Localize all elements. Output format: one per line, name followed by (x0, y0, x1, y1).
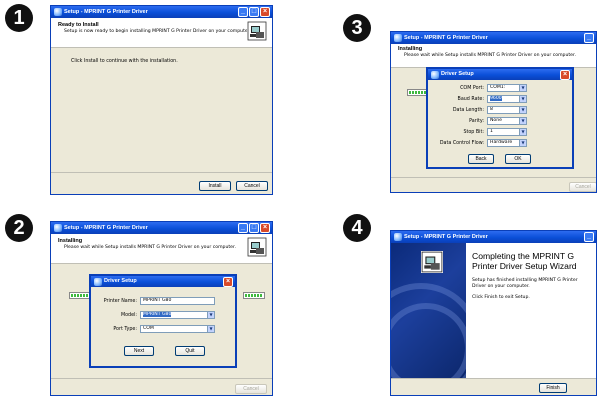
chevron-down-icon[interactable]: ▼ (519, 129, 526, 135)
chevron-down-icon[interactable]: ▼ (207, 312, 214, 318)
data-length-select[interactable]: 8 ▼ (487, 106, 527, 114)
wizard-header: Ready to Install Setup is now ready to b… (51, 18, 272, 48)
port-type-label: Port Type: (113, 326, 137, 332)
header-title: Ready to Install (58, 22, 99, 28)
model-select[interactable]: MPRINT G80 ▼ (140, 311, 215, 319)
window-title: Setup - MPRINT G Printer Driver (404, 35, 488, 41)
cancel-button[interactable]: Cancel (236, 181, 268, 191)
chevron-down-icon[interactable]: ▼ (519, 85, 526, 91)
body-instruction: Click Install to continue with the insta… (71, 59, 178, 64)
dialog-titlebar: Driver Setup × (428, 69, 572, 80)
wizard-content: Completing the MPRINT G Printer Driver S… (466, 243, 596, 395)
baud-rate-label: Baud Rate: (457, 96, 484, 102)
setup-icon (54, 224, 62, 232)
driver-setup-icon (431, 71, 439, 79)
baud-rate-select[interactable]: 9600 ▼ (487, 95, 527, 103)
setup-icon (394, 233, 402, 241)
window-titlebar: Setup - MPRINT G Printer Driver _ □ × (51, 6, 272, 18)
wizard-footer: Finish (391, 378, 596, 395)
minimize-button[interactable]: _ (584, 33, 594, 43)
model-label: Model: (120, 312, 137, 318)
chevron-down-icon[interactable]: ▼ (519, 140, 526, 146)
footer-divider (391, 177, 596, 178)
close-button[interactable]: × (260, 223, 270, 233)
dialog-close-button[interactable]: × (223, 277, 233, 287)
chevron-down-icon[interactable]: ▼ (519, 96, 526, 102)
data-control-flow-label: Data Control Flow: (439, 140, 484, 146)
computer-box-icon (247, 237, 267, 257)
driver-setup-dialog: Driver Setup × Printer Name: MPRINT G80 … (89, 274, 237, 368)
com-port-label: COM Port: (460, 85, 484, 91)
window-titlebar: Setup - MPRINT G Printer Driver _ □ × (51, 222, 272, 234)
header-title: Installing (58, 238, 83, 244)
chevron-down-icon[interactable]: ▼ (519, 118, 526, 124)
wizard-finished-text: Setup has finished installing MPRINT G P… (472, 278, 578, 289)
step-2-badge: 2 (5, 214, 33, 242)
chevron-down-icon[interactable]: ▼ (519, 107, 526, 113)
printer-name-label: Printer Name: (103, 298, 137, 304)
maximize-button[interactable]: □ (249, 223, 259, 233)
ok-button[interactable]: OK (505, 154, 531, 164)
close-button[interactable]: × (260, 7, 270, 17)
install-button[interactable]: Install (199, 181, 231, 191)
parity-select[interactable]: None ▼ (487, 117, 527, 125)
window-title: Setup - MPRINT G Printer Driver (64, 9, 148, 15)
window-titlebar: Setup - MPRINT G Printer Driver _ (391, 32, 596, 44)
next-button[interactable]: Next (124, 346, 154, 356)
driver-setup-dialog: Driver Setup × COM Port: COM1: ▼ Baud Rat… (426, 67, 574, 169)
setup-window-step-4: Setup - MPRINT G Printer Driver _ Comple… (390, 230, 597, 396)
computer-box-icon (247, 21, 267, 41)
chevron-down-icon[interactable]: ▼ (207, 326, 214, 332)
data-length-label: Data Length: (452, 107, 484, 113)
maximize-button[interactable]: □ (249, 7, 259, 17)
progress-bar-right (243, 292, 265, 299)
printer-name-input[interactable]: MPRINT G80 (140, 297, 215, 305)
port-type-select[interactable]: COM ▼ (140, 325, 215, 333)
wizard-exit-text: Click Finish to exit Setup. (472, 295, 530, 300)
finish-button[interactable]: Finish (539, 383, 567, 393)
window-titlebar: Setup - MPRINT G Printer Driver _ (391, 231, 596, 243)
com-port-select[interactable]: COM1: ▼ (487, 84, 527, 92)
dialog-close-button[interactable]: × (560, 70, 570, 80)
header-subtitle: Setup is now ready to begin installing M… (64, 29, 251, 34)
wizard-header: Installing Please wait while Setup insta… (391, 44, 596, 68)
computer-box-icon (421, 251, 443, 273)
wizard-title: Completing the MPRINT G Printer Driver S… (472, 251, 577, 271)
setup-window-step-2: Setup - MPRINT G Printer Driver _ □ × In… (50, 221, 273, 396)
stop-bit-select[interactable]: 1 ▼ (487, 128, 527, 136)
progress-bar-left (69, 292, 91, 299)
driver-setup-icon (94, 278, 102, 286)
window-title: Setup - MPRINT G Printer Driver (64, 225, 148, 231)
dialog-title: Driver Setup (441, 71, 474, 77)
setup-window-step-3: Setup - MPRINT G Printer Driver _ Instal… (390, 31, 597, 193)
quit-button[interactable]: Quit (175, 346, 205, 356)
parity-label: Parity: (469, 118, 484, 124)
cancel-button[interactable]: Cancel (235, 384, 267, 394)
dialog-titlebar: Driver Setup × (91, 276, 235, 287)
header-title: Installing (398, 46, 423, 52)
data-control-flow-select[interactable]: Hardware ▼ (487, 139, 527, 147)
setup-window-step-1: Setup - MPRINT G Printer Driver _ □ × Re… (50, 5, 273, 195)
step-4-badge: 4 (343, 214, 371, 242)
setup-icon (54, 8, 62, 16)
wizard-header: Installing Please wait while Setup insta… (51, 234, 272, 264)
cancel-button[interactable]: Cancel (569, 182, 596, 192)
step-1-badge: 1 (5, 4, 33, 32)
step-3-badge: 3 (343, 14, 371, 42)
header-subtitle: Please wait while Setup installs MPRINT … (404, 53, 576, 58)
stop-bit-label: Stop Bit: (463, 129, 484, 135)
back-button[interactable]: Back (468, 154, 494, 164)
dialog-title: Driver Setup (104, 278, 137, 284)
wizard-side-banner (391, 243, 481, 395)
window-title: Setup - MPRINT G Printer Driver (404, 234, 488, 240)
header-subtitle: Please wait while Setup installs MPRINT … (64, 245, 236, 250)
footer-divider (51, 378, 272, 379)
minimize-button[interactable]: _ (584, 232, 594, 242)
minimize-button[interactable]: _ (238, 223, 248, 233)
minimize-button[interactable]: _ (238, 7, 248, 17)
setup-icon (394, 34, 402, 42)
footer-divider (51, 172, 272, 173)
